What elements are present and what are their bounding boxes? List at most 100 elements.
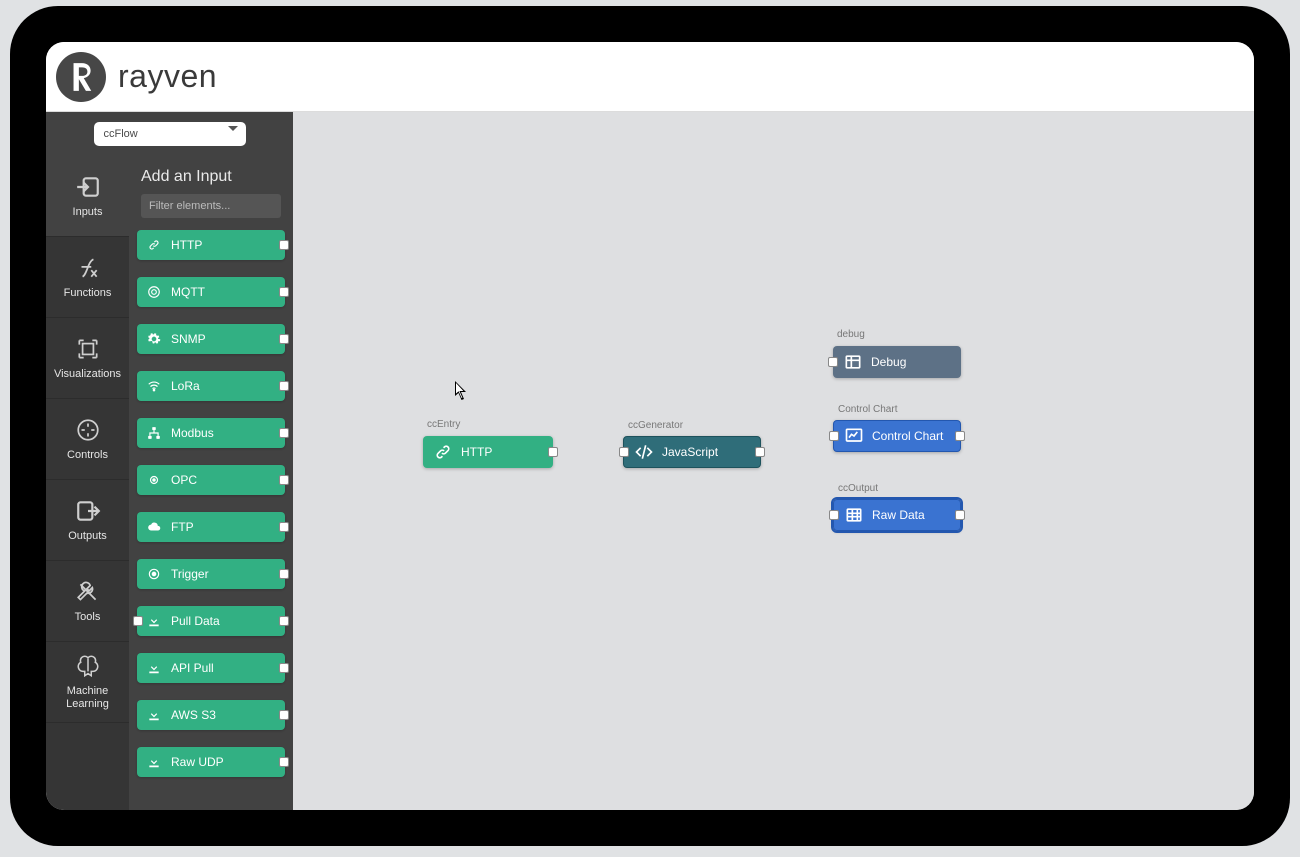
chevron-down-icon: [228, 126, 238, 131]
node-out-port[interactable]: [755, 447, 765, 457]
palette-item-trigger[interactable]: Trigger: [137, 559, 285, 589]
gear-icon: [147, 332, 161, 346]
node-caption: Control Chart: [838, 404, 897, 415]
flow-select-dropdown[interactable]: ccFlow: [94, 122, 246, 146]
wires-layer: [293, 112, 593, 262]
palette-item-label: OPC: [171, 473, 197, 487]
flow-select-value: ccFlow: [104, 128, 138, 140]
opc-icon: [147, 473, 161, 487]
node-out-port[interactable]: [279, 240, 289, 250]
node-caption: ccGenerator: [628, 420, 683, 431]
flow-canvas[interactable]: ccEntry HTTP ccGenerator JavaScript debu…: [293, 112, 1254, 810]
node-out-port[interactable]: [955, 431, 965, 441]
sidebar-label: Inputs: [73, 206, 103, 218]
palette-item-label: MQTT: [171, 285, 205, 299]
node-in-port[interactable]: [829, 510, 839, 520]
canvas-node-javascript[interactable]: ccGenerator JavaScript: [623, 436, 761, 468]
node-out-port[interactable]: [279, 757, 289, 767]
link-icon: [147, 238, 161, 252]
node-label: JavaScript: [662, 445, 718, 459]
sidebar-item-visualizations[interactable]: Visualizations: [46, 318, 129, 399]
palette-item-snmp[interactable]: SNMP: [137, 324, 285, 354]
sidebar-item-functions[interactable]: Functions: [46, 237, 129, 318]
inputs-icon: [75, 174, 101, 200]
node-in-port[interactable]: [133, 616, 143, 626]
palette-item-ftp[interactable]: FTP: [137, 512, 285, 542]
palette-item-raw-udp[interactable]: Raw UDP: [137, 747, 285, 777]
palette-item-label: LoRa: [171, 379, 200, 393]
palette-item-label: API Pull: [171, 661, 214, 675]
sidebar-item-controls[interactable]: Controls: [46, 399, 129, 480]
node-out-port[interactable]: [279, 569, 289, 579]
cursor-icon: [455, 381, 469, 401]
palette-item-pull-data[interactable]: Pull Data: [137, 606, 285, 636]
machine-learning-icon: [75, 653, 101, 679]
functions-icon: [75, 255, 101, 281]
cloud-icon: [147, 520, 161, 534]
palette-item-modbus[interactable]: Modbus: [137, 418, 285, 448]
palette-item-lora[interactable]: LoRa: [137, 371, 285, 401]
line-chart-icon: [844, 426, 864, 446]
download-icon: [147, 614, 161, 628]
sidebar-label: Functions: [64, 287, 112, 299]
node-out-port[interactable]: [279, 710, 289, 720]
table-icon: [844, 505, 864, 525]
canvas-node-debug[interactable]: debug Debug: [833, 346, 961, 378]
canvas-node-raw-data[interactable]: ccOutput Raw Data: [833, 499, 961, 531]
wifi-icon: [147, 379, 161, 393]
palette-item-http[interactable]: HTTP: [137, 230, 285, 260]
brand-logo-icon: [56, 52, 106, 102]
node-in-port[interactable]: [619, 447, 629, 457]
filter-placeholder: Filter elements...: [149, 200, 230, 212]
target-icon: [147, 567, 161, 581]
network-icon: [147, 426, 161, 440]
palette-list: HTTP MQTT SNMP Lo: [129, 230, 293, 810]
palette-item-label: FTP: [171, 520, 194, 534]
download-icon: [147, 708, 161, 722]
palette-item-label: AWS S3: [171, 708, 216, 722]
palette-item-aws-s3[interactable]: AWS S3: [137, 700, 285, 730]
node-caption: ccEntry: [427, 419, 460, 430]
node-out-port[interactable]: [279, 522, 289, 532]
node-in-port[interactable]: [829, 431, 839, 441]
sidebar-item-inputs[interactable]: Inputs: [46, 156, 129, 237]
palette-item-label: Pull Data: [171, 614, 220, 628]
palette-item-label: HTTP: [171, 238, 202, 252]
node-in-port[interactable]: [828, 357, 838, 367]
node-out-port[interactable]: [279, 475, 289, 485]
sidebar-nav: Inputs Functions Visualizations: [46, 112, 129, 810]
sidebar-label: Controls: [67, 449, 108, 461]
tools-icon: [75, 579, 101, 605]
outputs-icon: [75, 498, 101, 524]
node-label: Raw Data: [872, 508, 925, 522]
table-icon: [843, 352, 863, 372]
canvas-node-control-chart[interactable]: Control Chart Control Chart: [833, 420, 961, 452]
download-icon: [147, 755, 161, 769]
palette-item-mqtt[interactable]: MQTT: [137, 277, 285, 307]
palette-item-api-pull[interactable]: API Pull: [137, 653, 285, 683]
sidebar-item-outputs[interactable]: Outputs: [46, 480, 129, 561]
node-out-port[interactable]: [279, 663, 289, 673]
node-out-port[interactable]: [279, 428, 289, 438]
node-out-port[interactable]: [279, 381, 289, 391]
node-out-port[interactable]: [279, 287, 289, 297]
mqtt-icon: [147, 285, 161, 299]
app-header: rayven: [46, 42, 1254, 112]
palette-filter-input[interactable]: Filter elements...: [141, 194, 281, 218]
palette-item-label: Modbus: [171, 426, 214, 440]
code-icon: [634, 442, 654, 462]
palette-item-label: SNMP: [171, 332, 206, 346]
sidebar-label: Machine Learning: [46, 685, 129, 711]
sidebar-label: Visualizations: [54, 368, 121, 380]
sidebar-label: Tools: [75, 611, 101, 623]
node-out-port[interactable]: [955, 510, 965, 520]
sidebar-item-tools[interactable]: Tools: [46, 561, 129, 642]
node-out-port[interactable]: [279, 616, 289, 626]
sidebar-item-machine-learning[interactable]: Machine Learning: [46, 642, 129, 723]
link-icon: [433, 442, 453, 462]
node-out-port[interactable]: [548, 447, 558, 457]
node-out-port[interactable]: [279, 334, 289, 344]
palette-item-label: Raw UDP: [171, 755, 224, 769]
palette-item-opc[interactable]: OPC: [137, 465, 285, 495]
canvas-node-http[interactable]: ccEntry HTTP: [423, 436, 553, 468]
